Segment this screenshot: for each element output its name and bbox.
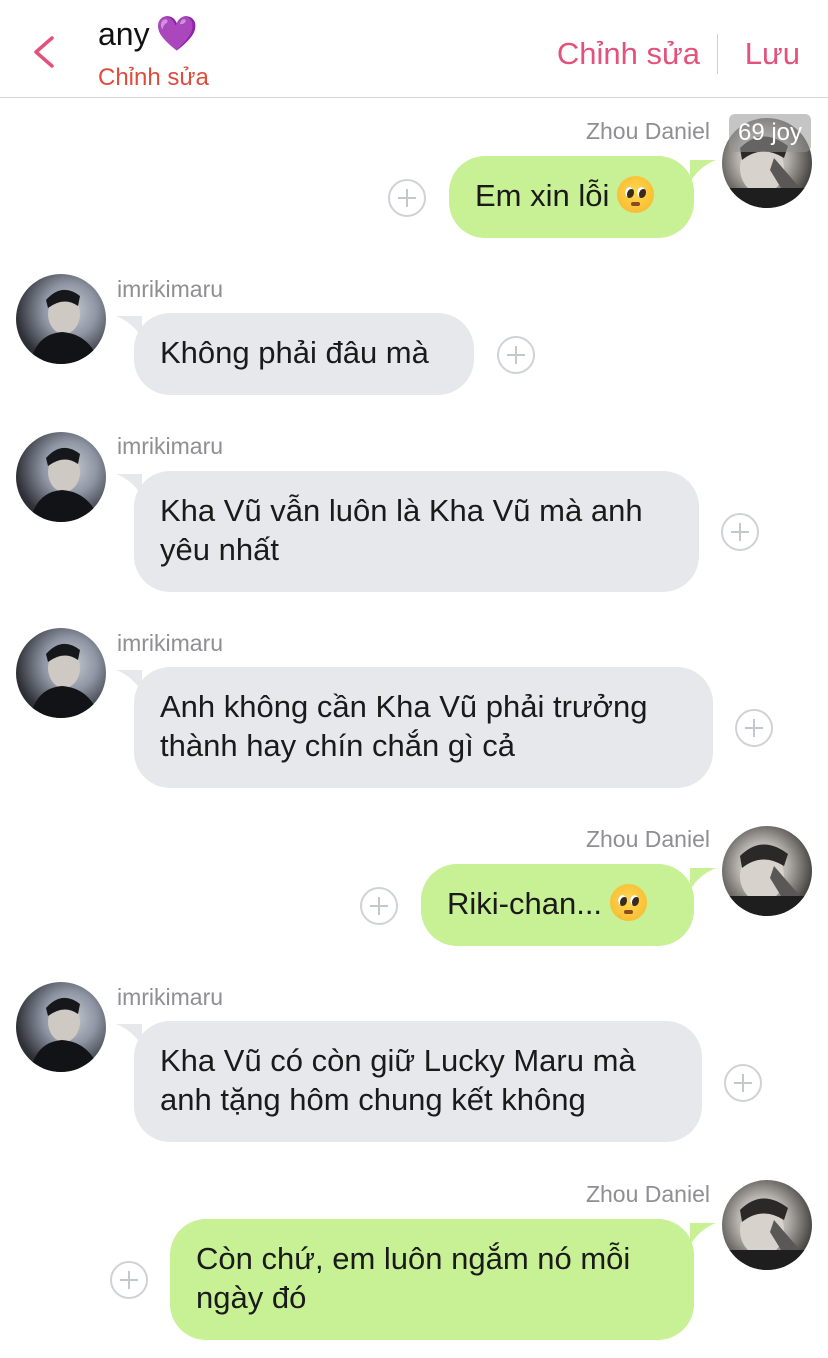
chat-subtitle: Chỉnh sửa	[98, 64, 209, 91]
add-reaction-button[interactable]	[721, 513, 759, 551]
save-button[interactable]: Lưu	[745, 36, 800, 72]
sender-name: imrikimaru	[117, 433, 224, 459]
bubble-tail	[690, 868, 716, 890]
message-bubble-incoming[interactable]: Anh không cần Kha Vũ phải trưởng thành h…	[134, 667, 713, 788]
message-text-line: Kha Vũ vẫn luôn là Kha Vũ mà anh	[160, 493, 643, 528]
avatar[interactable]	[16, 628, 106, 718]
add-reaction-button[interactable]	[724, 1064, 762, 1102]
sender-name: Zhou Daniel	[585, 826, 710, 852]
message-bubble-outgoing[interactable]: Em xin lỗi	[449, 156, 694, 238]
pleading-face-icon	[617, 176, 655, 213]
message-text-line: ngày đó	[196, 1280, 307, 1315]
message-text: Riki-chan...	[447, 886, 603, 921]
sender-name: imrikimaru	[117, 630, 224, 656]
pleading-face-icon	[610, 884, 648, 921]
chat-header: any 💜 Chỉnh sửa Chỉnh sửa Lưu	[0, 0, 828, 98]
purple-heart-icon: 💜	[155, 14, 198, 54]
add-reaction-button[interactable]	[735, 709, 773, 747]
message-text: Em xin lỗi	[475, 178, 610, 213]
chat-title-text: any	[98, 16, 150, 52]
add-reaction-button[interactable]	[110, 1261, 148, 1299]
status-badge: 69 joy	[729, 114, 811, 152]
avatar[interactable]	[16, 274, 106, 364]
message-bubble-incoming[interactable]: Kha Vũ vẫn luôn là Kha Vũ mà anh yêu nhấ…	[134, 471, 699, 592]
message-text-line: Anh không cần Kha Vũ phải trưởng	[160, 689, 648, 724]
message-text-line: anh tặng hôm chung kết không	[160, 1082, 586, 1117]
avatar[interactable]	[16, 432, 106, 522]
back-chevron-icon[interactable]	[26, 32, 62, 72]
message-bubble-incoming[interactable]: Không phải đâu mà	[134, 313, 474, 395]
message-bubble-outgoing[interactable]: Riki-chan...	[421, 864, 694, 946]
add-reaction-button[interactable]	[388, 179, 426, 217]
add-reaction-button[interactable]	[497, 336, 535, 374]
sender-name: imrikimaru	[117, 276, 224, 302]
message-bubble-outgoing[interactable]: Còn chứ, em luôn ngắm nó mỗi ngày đó	[170, 1219, 694, 1340]
message-text: Không phải đâu mà	[160, 335, 429, 370]
avatar[interactable]	[16, 982, 106, 1072]
avatar[interactable]	[722, 1180, 812, 1270]
sender-name: imrikimaru	[117, 984, 224, 1010]
sender-name: Zhou Daniel	[585, 1181, 710, 1207]
message-text-line: Kha Vũ có còn giữ Lucky Maru mà	[160, 1043, 636, 1078]
header-divider	[717, 34, 718, 74]
add-reaction-button[interactable]	[360, 887, 398, 925]
bubble-tail	[690, 160, 716, 182]
bubble-tail	[690, 1223, 716, 1245]
avatar[interactable]	[722, 826, 812, 916]
message-bubble-incoming[interactable]: Kha Vũ có còn giữ Lucky Maru mà anh tặng…	[134, 1021, 702, 1142]
message-text-line: Còn chứ, em luôn ngắm nó mỗi	[196, 1241, 631, 1276]
chat-title: any 💜	[98, 14, 198, 54]
message-text-line: yêu nhất	[160, 532, 279, 567]
sender-name: Zhou Daniel	[585, 118, 710, 144]
edit-button[interactable]: Chỉnh sửa	[557, 36, 700, 72]
message-text-line: thành hay chín chắn gì cả	[160, 728, 516, 763]
